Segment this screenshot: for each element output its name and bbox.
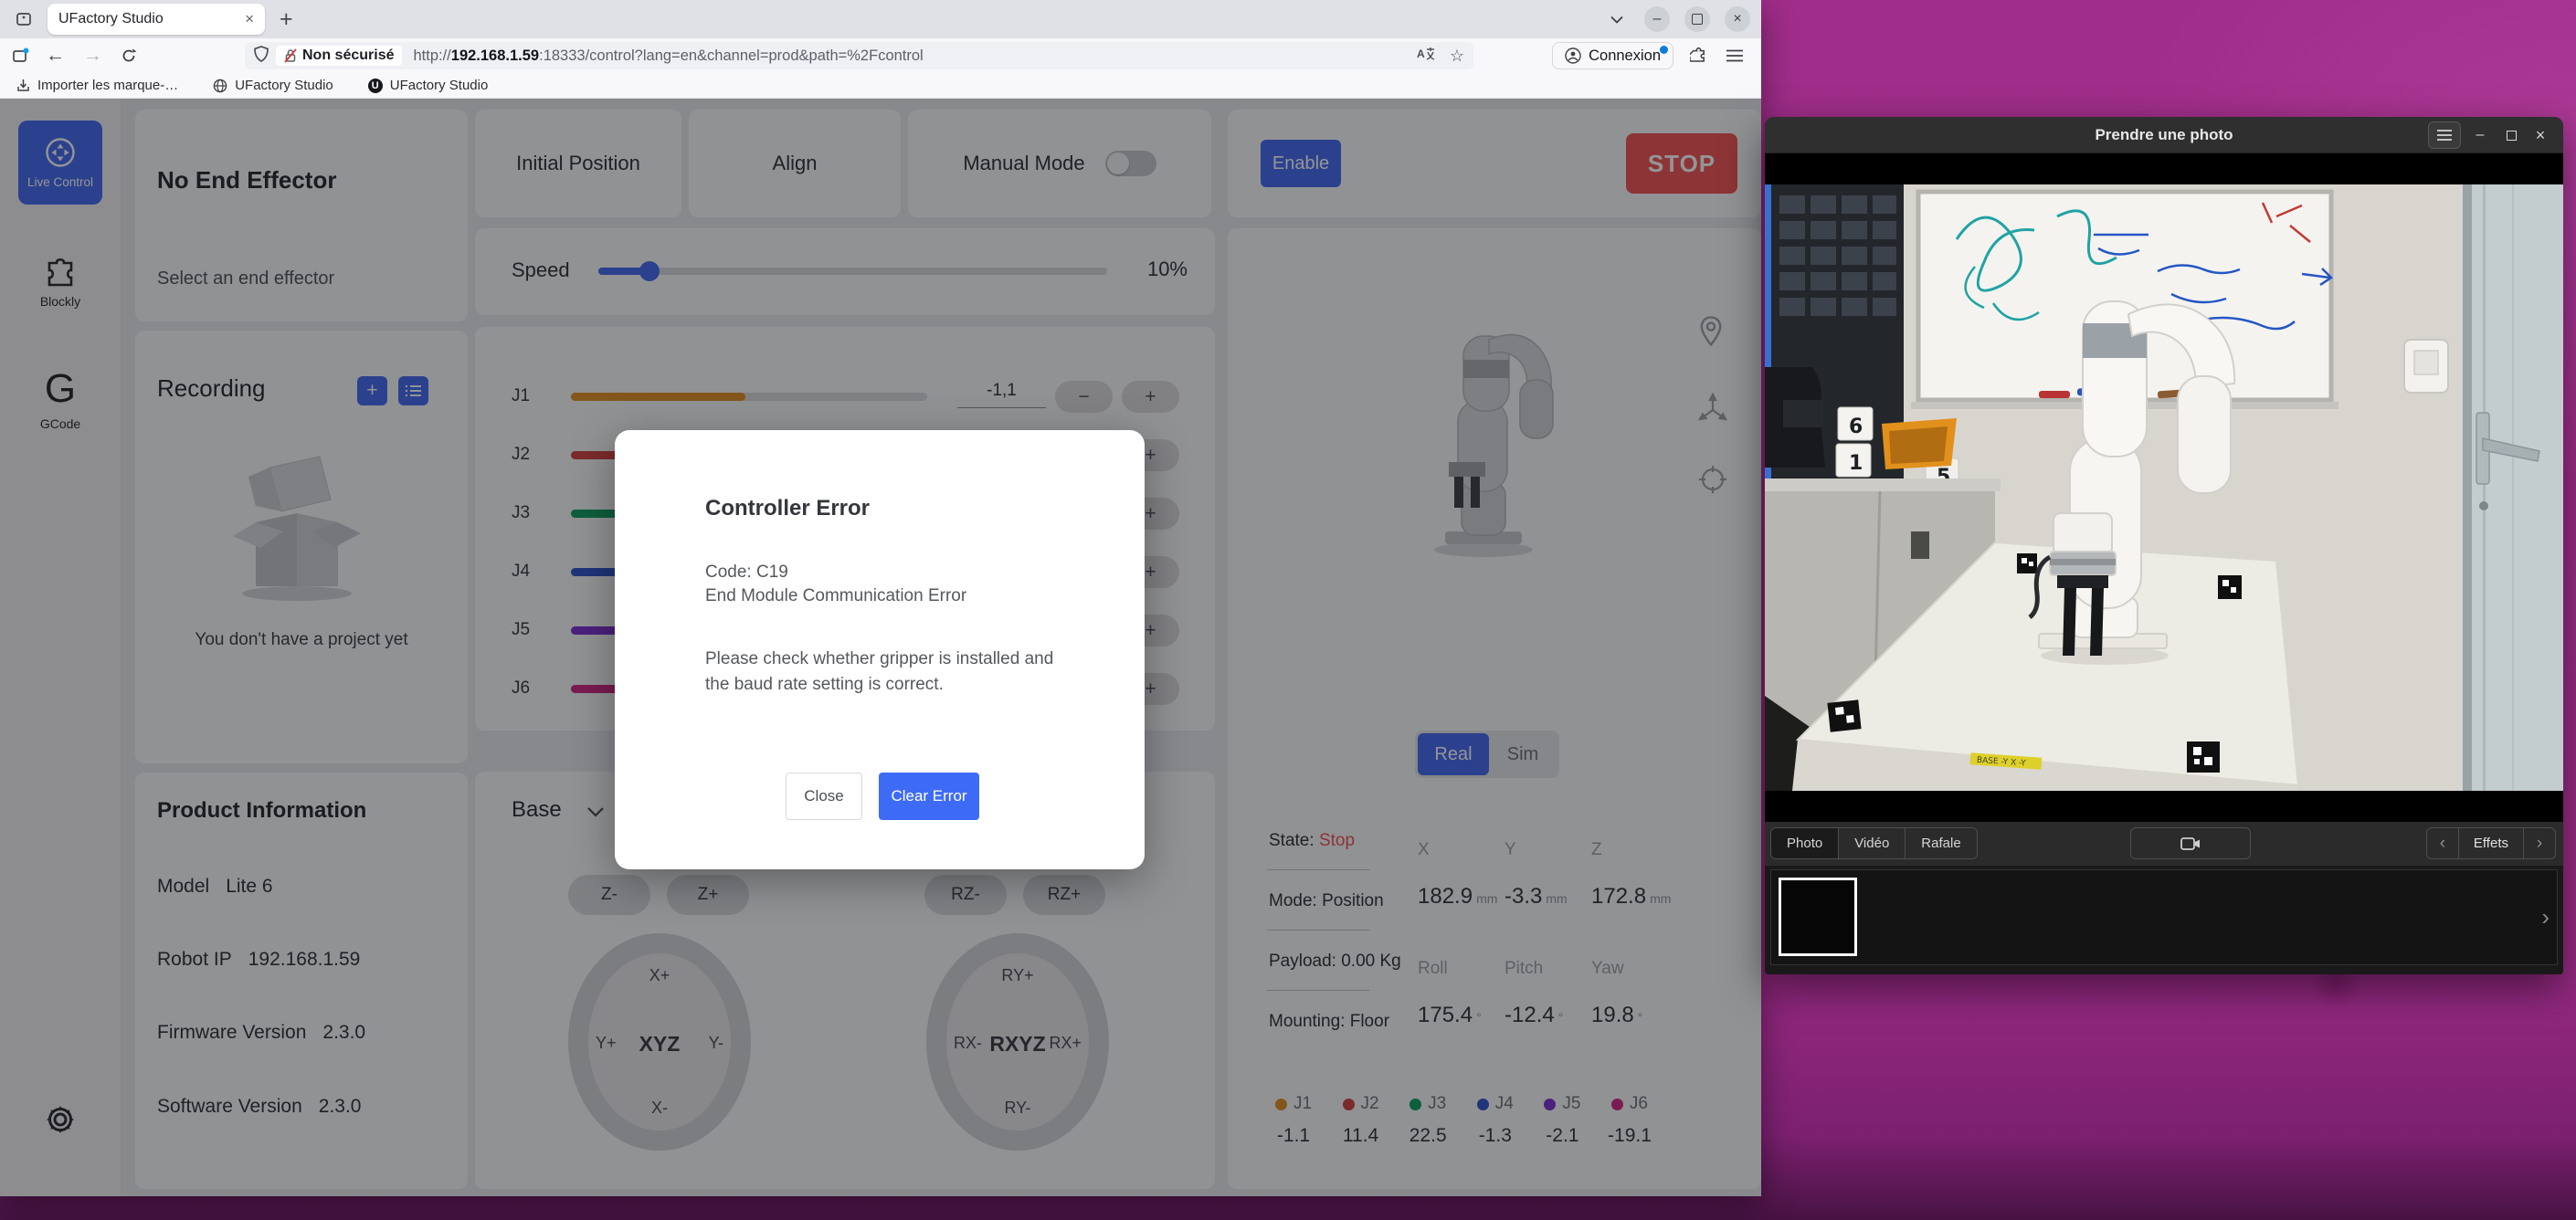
browser-toolbar: ← → Non sécurisé http://192.168.1.59:183…	[0, 38, 1761, 73]
modal-description: Please check whether gripper is installe…	[705, 647, 1080, 698]
url-text: http://192.168.1.59:18333/control?lang=e…	[413, 47, 923, 65]
security-label: Non sécurisé	[302, 47, 394, 64]
effects-next-icon[interactable]: ›	[2524, 828, 2555, 858]
webcam-icon	[2180, 836, 2201, 851]
bookmark-star-icon[interactable]: ☆	[1450, 47, 1464, 66]
camera-thumbnail-strip: ›	[1765, 866, 2563, 974]
controller-error-modal: Controller Error Code: C19 End Module Co…	[615, 430, 1145, 869]
bookmark-ufactory-logo[interactable]: U UFactory Studio	[368, 78, 489, 93]
lock-slash-icon	[284, 48, 297, 63]
camera-minimize-button[interactable]: –	[2468, 117, 2492, 153]
notification-dot	[1660, 46, 1668, 54]
cube-number: 6	[1849, 415, 1863, 438]
forward-icon[interactable]: →	[83, 45, 102, 67]
tab-title: UFactory Studio	[58, 11, 245, 27]
browser-window: UFactory Studio × + – × ← → Non	[0, 0, 1761, 1196]
svg-text:1: 1	[1849, 452, 1863, 475]
close-button[interactable]: ×	[1725, 6, 1750, 32]
extensions-puzzle-icon[interactable]	[1690, 47, 1708, 65]
account-icon	[1565, 47, 1581, 64]
camera-maximize-button[interactable]	[2499, 117, 2523, 153]
globe-icon	[213, 79, 227, 93]
thumbnail-next-icon[interactable]: ›	[2541, 903, 2550, 931]
camera-close-button[interactable]: ×	[2528, 117, 2552, 153]
tab-close-icon[interactable]: ×	[245, 10, 254, 28]
menu-hamburger-icon[interactable]	[1726, 49, 1743, 62]
modal-title: Controller Error	[705, 496, 870, 521]
ufactory-logo-icon: U	[368, 79, 383, 93]
modal-error-code: Code: C19 End Module Communication Error	[705, 561, 966, 608]
camera-photo: 6 1 2 5 BASE -Y X -Y	[1765, 184, 2563, 791]
browser-tab-bar: UFactory Studio × + – ×	[0, 0, 1761, 38]
camera-window: Prendre une photo – ×	[1765, 117, 2563, 974]
camera-controls-bar: Photo Vidéo Rafale ‹ Effets ›	[1765, 822, 2563, 866]
browser-tab[interactable]: UFactory Studio ×	[48, 4, 265, 35]
new-tab-button[interactable]: +	[280, 6, 293, 33]
camera-menu-button[interactable]	[2428, 121, 2461, 149]
effects-control: ‹ Effets ›	[2426, 827, 2556, 859]
security-chip[interactable]: Non sécurisé	[276, 46, 402, 66]
effects-prev-icon[interactable]: ‹	[2427, 828, 2458, 858]
photo-thumbnail[interactable]	[1779, 878, 1857, 956]
sync-icon[interactable]	[11, 47, 29, 65]
modal-close-button[interactable]: Close	[786, 773, 862, 820]
import-icon	[16, 79, 30, 92]
camera-window-title: Prendre une photo	[2095, 126, 2233, 144]
thumbnail-tray: ›	[1770, 869, 2558, 965]
shield-icon[interactable]	[254, 46, 269, 67]
tab-video[interactable]: Vidéo	[1839, 828, 1906, 858]
bookmarks-bar: Importer les marque-… UFactory Studio U …	[0, 73, 1761, 99]
back-icon[interactable]: ←	[46, 45, 65, 67]
bookmark-import[interactable]: Importer les marque-…	[16, 78, 178, 93]
tab-photo[interactable]: Photo	[1771, 828, 1839, 858]
camera-switch-button[interactable]	[2130, 827, 2251, 859]
url-actions: A ☆	[1417, 46, 1464, 67]
svg-text:A: A	[1417, 47, 1425, 60]
reload-icon[interactable]	[121, 47, 137, 64]
url-bar[interactable]: Non sécurisé http://192.168.1.59:18333/c…	[245, 42, 1473, 69]
minimize-button[interactable]: –	[1644, 6, 1670, 32]
bookmark-ufactory-globe[interactable]: UFactory Studio	[213, 78, 333, 93]
translate-icon[interactable]: A	[1417, 46, 1435, 67]
tab-burst[interactable]: Rafale	[1906, 828, 1976, 858]
tabs-list-chevron-icon[interactable]	[1604, 6, 1630, 32]
camera-viewfinder: 6 1 2 5 BASE -Y X -Y	[1765, 153, 2563, 822]
ufactory-app: Live Control Blockly G GCode No End Effe…	[0, 99, 1761, 1196]
camera-mode-tabs: Photo Vidéo Rafale	[1770, 827, 1978, 859]
maximize-button[interactable]	[1684, 6, 1710, 32]
firefox-view-icon[interactable]	[9, 5, 38, 34]
browser-window-controls: – ×	[1604, 0, 1750, 38]
signin-button[interactable]: Connexion	[1552, 42, 1673, 69]
modal-clear-error-button[interactable]: Clear Error	[879, 773, 979, 820]
effects-button[interactable]: Effets	[2458, 828, 2524, 858]
